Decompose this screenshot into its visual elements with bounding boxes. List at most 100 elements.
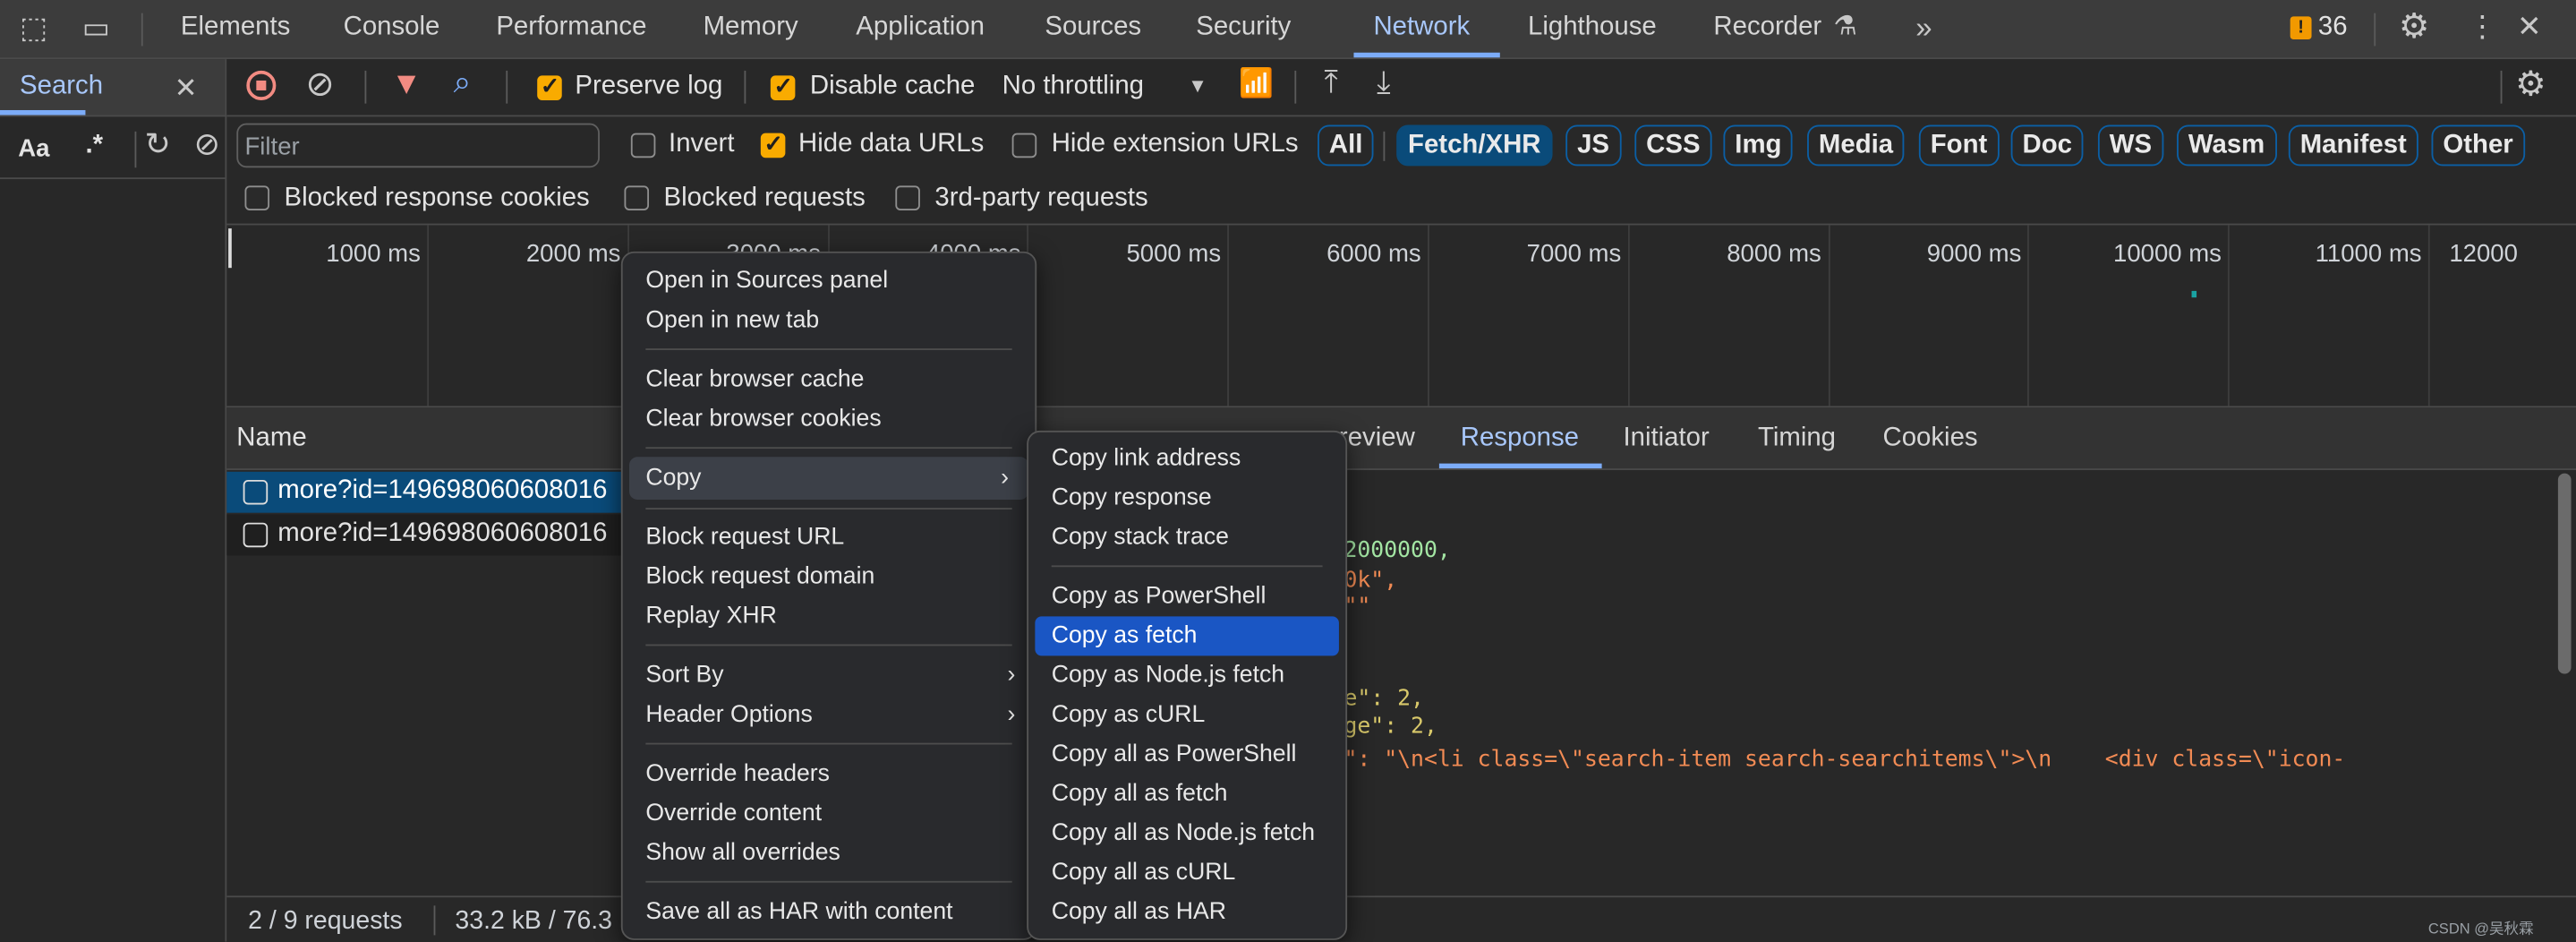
menu-item-replay-xhr[interactable]: Replay XHR xyxy=(623,596,1036,636)
menu-item-copy-as-curl[interactable]: Copy as cURL xyxy=(1028,695,1345,734)
tab-network[interactable]: Network xyxy=(1353,0,1499,58)
blocked-requests-checkbox[interactable] xyxy=(624,185,650,210)
menu-item-copy-as-nodejs-fetch[interactable]: Copy as Node.js fetch xyxy=(1028,655,1345,695)
issues-count[interactable]: 36 xyxy=(2318,13,2348,43)
divider xyxy=(1294,70,1297,104)
chevron-down-icon[interactable]: ▼ xyxy=(1188,75,1207,95)
menu-item-open-in-sources[interactable]: Open in Sources panel xyxy=(623,261,1036,301)
filter-input[interactable] xyxy=(238,124,593,168)
tab-cookies[interactable]: Cookies xyxy=(1882,424,1977,454)
clear-log-icon[interactable]: ⊘ xyxy=(305,67,334,102)
divider xyxy=(0,177,226,180)
menu-item-copy-link-address[interactable]: Copy link address xyxy=(1028,439,1345,478)
settings-gear-icon[interactable]: ⚙ xyxy=(2399,10,2430,45)
type-filter-font[interactable]: Font xyxy=(1918,124,2000,167)
type-filter-ws[interactable]: WS xyxy=(2097,124,2163,167)
tab-timing[interactable]: Timing xyxy=(1758,424,1836,454)
tab-response[interactable]: Response xyxy=(1461,424,1579,454)
response-scrollbar[interactable] xyxy=(2557,473,2572,674)
tab-preview[interactable]: review xyxy=(1339,424,1415,454)
network-conditions-icon[interactable]: 📶 xyxy=(1239,69,1274,97)
tab-initiator[interactable]: Initiator xyxy=(1623,424,1709,454)
menu-item-copy-all-as-fetch[interactable]: Copy all as fetch xyxy=(1028,775,1345,814)
throttling-select[interactable]: No throttling xyxy=(1002,73,1144,102)
type-filter-wasm[interactable]: Wasm xyxy=(2177,124,2277,167)
hide-extension-urls-checkbox[interactable] xyxy=(1011,133,1037,158)
menu-item-copy-all-as-powershell[interactable]: Copy all as PowerShell xyxy=(1028,734,1345,774)
row-checkbox[interactable] xyxy=(243,522,269,548)
tab-application[interactable]: Application xyxy=(856,0,985,57)
tab-performance[interactable]: Performance xyxy=(496,0,646,57)
tab-console[interactable]: Console xyxy=(344,0,440,57)
tab-search[interactable]: Search xyxy=(20,73,103,102)
disable-cache-checkbox[interactable] xyxy=(770,73,796,100)
tab-lighthouse[interactable]: Lighthouse xyxy=(1528,0,1657,57)
menu-item-show-overrides[interactable]: Show all overrides xyxy=(623,834,1036,873)
tab-security[interactable]: Security xyxy=(1196,0,1291,57)
column-header-name[interactable]: Name xyxy=(236,424,306,454)
menu-item-sort-by[interactable]: Sort By › xyxy=(623,655,1036,695)
menu-item-copy-response[interactable]: Copy response xyxy=(1028,478,1345,518)
response-code-line: 0k", xyxy=(1343,567,1398,594)
invert-checkbox[interactable] xyxy=(630,133,656,158)
menu-separator xyxy=(645,508,1012,510)
menu-item-override-headers[interactable]: Override headers xyxy=(623,754,1036,793)
row-checkbox[interactable] xyxy=(243,479,269,505)
search-icon[interactable]: ⌕ xyxy=(454,67,472,98)
menu-item-copy-stack-trace[interactable]: Copy stack trace xyxy=(1028,518,1345,557)
refresh-icon[interactable]: ↻ xyxy=(145,130,171,161)
third-party-requests-label: 3rd-party requests xyxy=(934,184,1148,212)
timeline-left-handle[interactable] xyxy=(228,228,232,269)
menu-item-copy-all-as-har[interactable]: Copy all as HAR xyxy=(1028,893,1345,932)
menu-item-copy-all-as-nodejs-fetch[interactable]: Copy all as Node.js fetch xyxy=(1028,814,1345,853)
type-filter-media[interactable]: Media xyxy=(1807,124,1905,167)
type-filter-fetch-xhr[interactable]: Fetch/XHR xyxy=(1396,124,1553,167)
context-menu: Open in Sources panel Open in new tab Cl… xyxy=(620,251,1037,940)
type-filter-other[interactable]: Other xyxy=(2431,124,2525,167)
warning-badge-icon[interactable]: ! xyxy=(2290,16,2312,40)
type-filter-js[interactable]: JS xyxy=(1565,124,1621,167)
network-settings-gear-icon[interactable]: ⚙ xyxy=(2515,67,2546,102)
menu-item-override-content[interactable]: Override content xyxy=(623,794,1036,834)
close-search-icon[interactable]: ✕ xyxy=(175,74,198,102)
preserve-log-checkbox[interactable] xyxy=(537,73,562,100)
menu-item-header-options[interactable]: Header Options › xyxy=(623,695,1036,734)
blocked-response-cookies-checkbox[interactable] xyxy=(244,185,270,210)
menu-item-copy-as-powershell[interactable]: Copy as PowerShell xyxy=(1028,577,1345,616)
timeline-tick-label: 9000 ms xyxy=(1926,239,2022,269)
export-har-icon[interactable]: ⤓ xyxy=(1377,67,1390,98)
tab-recorder[interactable]: Recorder xyxy=(1713,0,1821,57)
menu-item-open-in-new-tab[interactable]: Open in new tab xyxy=(623,301,1036,340)
hide-data-urls-checkbox[interactable] xyxy=(760,130,786,158)
type-filter-img[interactable]: Img xyxy=(1723,124,1794,167)
regex-toggle[interactable]: .* xyxy=(85,132,103,161)
menu-item-block-domain[interactable]: Block request domain xyxy=(623,557,1036,596)
stop-recording-icon[interactable] xyxy=(246,70,277,100)
kebab-menu-icon[interactable]: ⋮ xyxy=(2468,12,2497,41)
tab-memory[interactable]: Memory xyxy=(704,0,798,57)
menu-item-clear-cookies[interactable]: Clear browser cookies xyxy=(623,399,1036,439)
menu-item-copy-as-fetch[interactable]: Copy as fetch xyxy=(1035,616,1339,656)
blocked-response-cookies-label: Blocked response cookies xyxy=(284,184,590,212)
clear-search-icon[interactable]: ⊘ xyxy=(194,130,220,161)
menu-item-save-har[interactable]: Save all as HAR with content xyxy=(623,893,1036,932)
menu-item-copy-all-as-curl[interactable]: Copy all as cURL xyxy=(1028,853,1345,893)
type-filter-manifest[interactable]: Manifest xyxy=(2288,124,2418,167)
more-tabs-chevron-icon[interactable]: » xyxy=(1915,13,1932,43)
menu-item-copy[interactable]: Copy › xyxy=(628,457,1029,500)
import-har-icon[interactable]: ⤒ xyxy=(1324,67,1337,98)
chevron-right-icon: › xyxy=(1001,465,1009,492)
type-filter-all[interactable]: All xyxy=(1318,124,1375,167)
menu-item-clear-cache[interactable]: Clear browser cache xyxy=(623,360,1036,399)
device-toolbar-icon[interactable]: ▭ xyxy=(82,13,110,43)
inspect-element-icon[interactable]: ⬚ xyxy=(20,13,47,43)
menu-item-block-url[interactable]: Block request URL xyxy=(623,518,1036,557)
filter-funnel-icon[interactable]: ▼ xyxy=(391,69,422,100)
tab-sources[interactable]: Sources xyxy=(1045,0,1141,57)
third-party-requests-checkbox[interactable] xyxy=(895,185,920,210)
type-filter-css[interactable]: CSS xyxy=(1634,124,1712,167)
match-case-toggle[interactable]: Aa xyxy=(18,135,49,163)
type-filter-doc[interactable]: Doc xyxy=(2010,124,2084,167)
close-devtools-icon[interactable]: ✕ xyxy=(2517,12,2542,41)
tab-elements[interactable]: Elements xyxy=(181,0,290,57)
